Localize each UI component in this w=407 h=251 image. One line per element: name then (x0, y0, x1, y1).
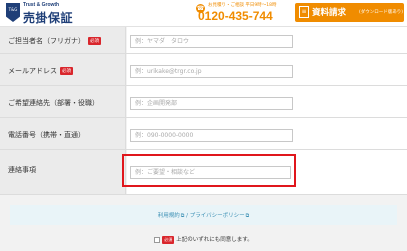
row-label-cell: ご希望連絡先（部署・役職） (0, 86, 126, 117)
request-materials-button[interactable]: ≡ 資料請求 (ダウンロード版あり) (295, 3, 404, 22)
furigana-label: ご担当者名（フリガナ） 必須 (8, 36, 101, 46)
contact-form: ご担当者名（フリガナ）必須 メールアドレス必須 ご希望連絡先（部署・役職） 電話… (0, 27, 407, 195)
agreement-row: 必須 上記のいずれにも同意します。 (0, 235, 407, 244)
external-link-icon: ⧉ (245, 213, 250, 219)
row-label-cell: 電話番号（携帯・直通） (0, 118, 126, 149)
request-materials-sublabel: (ダウンロード版あり) (359, 10, 404, 15)
request-materials-label: 資料請求 (312, 8, 347, 18)
message-label: 連絡事項 (8, 166, 36, 174)
phone-label: 電話番号（携帯・直通） (8, 131, 85, 139)
row-label-cell: ご担当者名（フリガナ） 必須 (0, 27, 126, 53)
logo-badge[interactable]: T&G (6, 3, 20, 22)
message-input[interactable] (130, 166, 291, 179)
document-icon: ≡ (299, 6, 309, 18)
furigana-input[interactable] (130, 35, 293, 48)
required-badge: 必須 (162, 235, 175, 244)
privacy-link-text: プライバシーポリシー (189, 213, 245, 219)
row-field-cell (127, 54, 407, 85)
policy-links-box: 利用規約⧉ / プライバシーポリシー⧉ (10, 205, 397, 225)
row-label-cell: 連絡事項 (0, 150, 126, 194)
row-field-cell (127, 118, 407, 149)
form-row-furigana: ご担当者名（フリガナ） 必須 (0, 27, 407, 54)
phone-number[interactable]: 0120-435-744 (198, 9, 273, 23)
form-row-message: 連絡事項 (0, 150, 407, 195)
row-field-cell (127, 27, 407, 53)
terms-link-text: 利用規約 (157, 213, 180, 219)
email-label-text: メールアドレス (8, 67, 57, 75)
policy-links: 利用規約⧉ / プライバシーポリシー⧉ (10, 211, 397, 219)
row-field-cell (127, 86, 407, 117)
terms-link[interactable]: 利用規約⧉ (158, 213, 185, 219)
required-badge: 必須 (88, 37, 101, 45)
phone-input[interactable] (130, 129, 293, 142)
privacy-policy-link[interactable]: プライバシーポリシー⧉ (190, 213, 249, 219)
external-link-icon: ⧉ (180, 213, 185, 219)
required-badge: 必須 (60, 67, 73, 75)
link-separator: / (186, 213, 188, 219)
row-label-cell: メールアドレス 必須 (0, 54, 126, 85)
site-header: T&G Trust & Growth 売掛保証 ☎ お見積り・ご相談 平日9時～… (0, 0, 407, 27)
email-label: メールアドレス 必須 (8, 66, 73, 76)
agree-checkbox[interactable] (154, 236, 161, 243)
form-row-department: ご希望連絡先（部署・役職） (0, 86, 407, 118)
logo-name[interactable]: 売掛保証 (23, 9, 73, 26)
row-field-cell (127, 150, 407, 194)
furigana-label-text: ご担当者名（フリガナ） (8, 37, 85, 45)
form-row-phone: 電話番号（携帯・直通） (0, 118, 407, 150)
agree-text: 上記のいずれにも同意します。 (176, 237, 253, 243)
form-row-email: メールアドレス 必須 (0, 54, 407, 86)
phone-hours: お見積り・ご相談 平日9時～18時 (208, 3, 277, 8)
email-input[interactable] (130, 65, 293, 78)
department-label: ご希望連絡先（部署・役職） (8, 99, 99, 107)
logo-tagline: Trust & Growth (23, 2, 60, 8)
department-input[interactable] (130, 97, 293, 110)
